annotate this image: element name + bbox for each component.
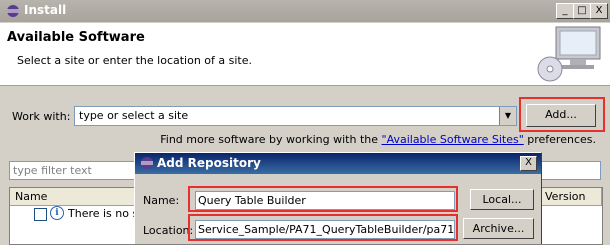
filter-input[interactable]: type filter text	[9, 161, 136, 180]
window-title: Install	[24, 3, 67, 17]
site-combo[interactable]: type or select a site ▼	[74, 106, 517, 126]
minimize-button[interactable]: _	[556, 3, 574, 19]
column-header-version[interactable]: Version	[540, 188, 602, 206]
eclipse-icon	[7, 5, 19, 17]
close-button[interactable]: X	[590, 3, 608, 19]
chevron-down-icon[interactable]: ▼	[499, 107, 516, 125]
dialog-close-button[interactable]: X	[520, 156, 537, 171]
available-software-sites-link[interactable]: "Available Software Sites"	[382, 133, 524, 146]
archive-button[interactable]: Archive...	[463, 218, 534, 239]
eclipse-icon	[141, 157, 153, 169]
window-titlebar: Install _ □ X	[0, 0, 610, 22]
computer-install-icon	[537, 26, 601, 82]
filter-placeholder: type filter text	[13, 164, 92, 177]
name-field-highlight	[188, 186, 458, 212]
site-combo-text: type or select a site	[79, 109, 189, 122]
name-label: Name:	[143, 194, 180, 207]
find-more-text: Find more software by working with the "…	[160, 133, 596, 146]
filter-input-tail[interactable]	[540, 161, 601, 180]
dialog-titlebar: Add Repository X	[135, 153, 541, 174]
page-description: Select a site or enter the location of a…	[17, 54, 253, 67]
header-banner: Available Software Select a site or ente…	[0, 23, 610, 86]
add-button-highlight	[519, 97, 605, 132]
find-more-suffix: preferences.	[523, 133, 596, 146]
column-header-name[interactable]: Name	[10, 188, 135, 206]
find-more-prefix: Find more software by working with the	[160, 133, 382, 146]
row-checkbox[interactable]	[34, 208, 47, 221]
maximize-button[interactable]: □	[573, 3, 591, 19]
location-field-highlight	[188, 214, 458, 241]
dialog-title: Add Repository	[157, 156, 261, 170]
page-title: Available Software	[7, 30, 145, 45]
work-with-label: Work with:	[12, 110, 71, 123]
add-repository-dialog: Add Repository X Name: Query Table Build…	[134, 152, 542, 244]
info-icon: i	[50, 206, 64, 220]
location-label: Location:	[143, 224, 194, 237]
local-button[interactable]: Local...	[470, 189, 534, 210]
